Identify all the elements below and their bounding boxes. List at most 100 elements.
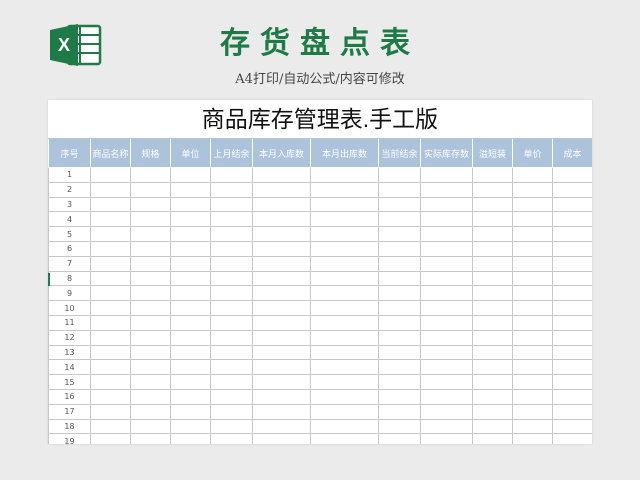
table-cell[interactable] xyxy=(512,181,553,198)
table-cell[interactable] xyxy=(472,196,513,213)
table-cell[interactable] xyxy=(472,388,513,405)
spreadsheet[interactable]: 商品库存管理表.手工版 序号 商品名称 规格 单位 上月结余 本月入库数 本月出库数 当前结余… xyxy=(48,100,592,444)
table-cell[interactable] xyxy=(130,240,171,257)
table-cell[interactable] xyxy=(90,240,131,257)
table-cell[interactable] xyxy=(170,344,211,361)
table-cell[interactable] xyxy=(170,374,211,390)
table-cell[interactable] xyxy=(378,359,421,376)
table-cell[interactable] xyxy=(310,270,379,287)
table-cell[interactable] xyxy=(130,359,171,376)
table-cell[interactable] xyxy=(378,388,421,405)
table-cell[interactable] xyxy=(90,181,131,198)
table-cell[interactable] xyxy=(252,329,311,346)
table-cell[interactable] xyxy=(310,374,379,390)
table-cell[interactable] xyxy=(130,314,171,331)
table-cell[interactable] xyxy=(552,433,592,444)
column-header[interactable]: 实际库存数 xyxy=(420,139,473,168)
table-cell[interactable] xyxy=(378,314,421,331)
table-cell[interactable] xyxy=(170,403,211,420)
table-cell[interactable] xyxy=(472,270,513,287)
table-cell[interactable] xyxy=(210,359,253,376)
table-cell[interactable] xyxy=(512,359,553,376)
table-cell[interactable] xyxy=(310,196,379,213)
table-cell[interactable] xyxy=(90,344,131,361)
table-cell[interactable] xyxy=(310,226,379,242)
table-cell[interactable] xyxy=(90,211,131,228)
table-cell[interactable] xyxy=(420,300,473,316)
table-cell[interactable] xyxy=(552,359,592,376)
table-cell[interactable] xyxy=(378,433,421,444)
table-cell[interactable] xyxy=(310,359,379,376)
table-cell[interactable] xyxy=(252,255,311,272)
table-cell[interactable] xyxy=(252,240,311,257)
table-cell[interactable] xyxy=(378,285,421,302)
table-cell[interactable] xyxy=(170,285,211,302)
table-cell[interactable] xyxy=(512,167,553,183)
column-header[interactable]: 本月出库数 xyxy=(310,139,379,168)
table-cell[interactable] xyxy=(552,270,592,287)
table-cell[interactable] xyxy=(378,211,421,228)
table-cell[interactable] xyxy=(90,255,131,272)
table-cell[interactable] xyxy=(552,344,592,361)
table-cell[interactable] xyxy=(90,388,131,405)
table-cell[interactable] xyxy=(310,344,379,361)
table-cell[interactable] xyxy=(310,211,379,228)
table-cell[interactable] xyxy=(552,300,592,316)
row-number-cell[interactable]: 14 xyxy=(48,359,91,376)
table-cell[interactable] xyxy=(170,167,211,183)
table-cell[interactable] xyxy=(210,314,253,331)
row-number-cell[interactable]: 4 xyxy=(48,211,91,228)
table-cell[interactable] xyxy=(90,374,131,390)
column-header[interactable]: 规格 xyxy=(130,139,171,168)
table-cell[interactable] xyxy=(170,240,211,257)
table-cell[interactable] xyxy=(170,211,211,228)
row-number-cell[interactable]: 1 xyxy=(48,167,91,183)
table-cell[interactable] xyxy=(252,314,311,331)
table-cell[interactable] xyxy=(210,300,253,316)
table-cell[interactable] xyxy=(420,226,473,242)
table-cell[interactable] xyxy=(420,314,473,331)
column-header[interactable]: 序号 xyxy=(48,139,91,168)
row-number-cell[interactable]: 8 xyxy=(48,270,91,287)
table-cell[interactable] xyxy=(512,403,553,420)
table-cell[interactable] xyxy=(378,255,421,272)
table-cell[interactable] xyxy=(552,196,592,213)
table-cell[interactable] xyxy=(512,270,553,287)
table-cell[interactable] xyxy=(552,285,592,302)
row-number-cell[interactable]: 19 xyxy=(48,433,91,444)
table-cell[interactable] xyxy=(310,388,379,405)
table-cell[interactable] xyxy=(472,433,513,444)
table-cell[interactable] xyxy=(130,344,171,361)
table-cell[interactable] xyxy=(472,226,513,242)
table-cell[interactable] xyxy=(90,196,131,213)
row-number-cell[interactable]: 2 xyxy=(48,181,91,198)
table-cell[interactable] xyxy=(252,344,311,361)
table-cell[interactable] xyxy=(252,403,311,420)
table-cell[interactable] xyxy=(90,226,131,242)
table-cell[interactable] xyxy=(170,226,211,242)
table-cell[interactable] xyxy=(210,344,253,361)
table-cell[interactable] xyxy=(310,329,379,346)
table-cell[interactable] xyxy=(170,388,211,405)
table-cell[interactable] xyxy=(512,226,553,242)
table-cell[interactable] xyxy=(130,270,171,287)
table-cell[interactable] xyxy=(472,285,513,302)
table-cell[interactable] xyxy=(170,359,211,376)
table-cell[interactable] xyxy=(310,285,379,302)
table-cell[interactable] xyxy=(130,211,171,228)
table-cell[interactable] xyxy=(252,167,311,183)
table-cell[interactable] xyxy=(130,255,171,272)
table-cell[interactable] xyxy=(552,403,592,420)
table-cell[interactable] xyxy=(472,403,513,420)
table-cell[interactable] xyxy=(310,314,379,331)
row-number-cell[interactable]: 5 xyxy=(48,226,91,242)
table-cell[interactable] xyxy=(512,314,553,331)
table-cell[interactable] xyxy=(310,255,379,272)
table-cell[interactable] xyxy=(252,226,311,242)
table-cell[interactable] xyxy=(512,418,553,435)
table-cell[interactable] xyxy=(420,255,473,272)
table-cell[interactable] xyxy=(210,167,253,183)
column-header[interactable]: 单位 xyxy=(170,139,211,168)
table-cell[interactable] xyxy=(552,329,592,346)
table-cell[interactable] xyxy=(512,388,553,405)
